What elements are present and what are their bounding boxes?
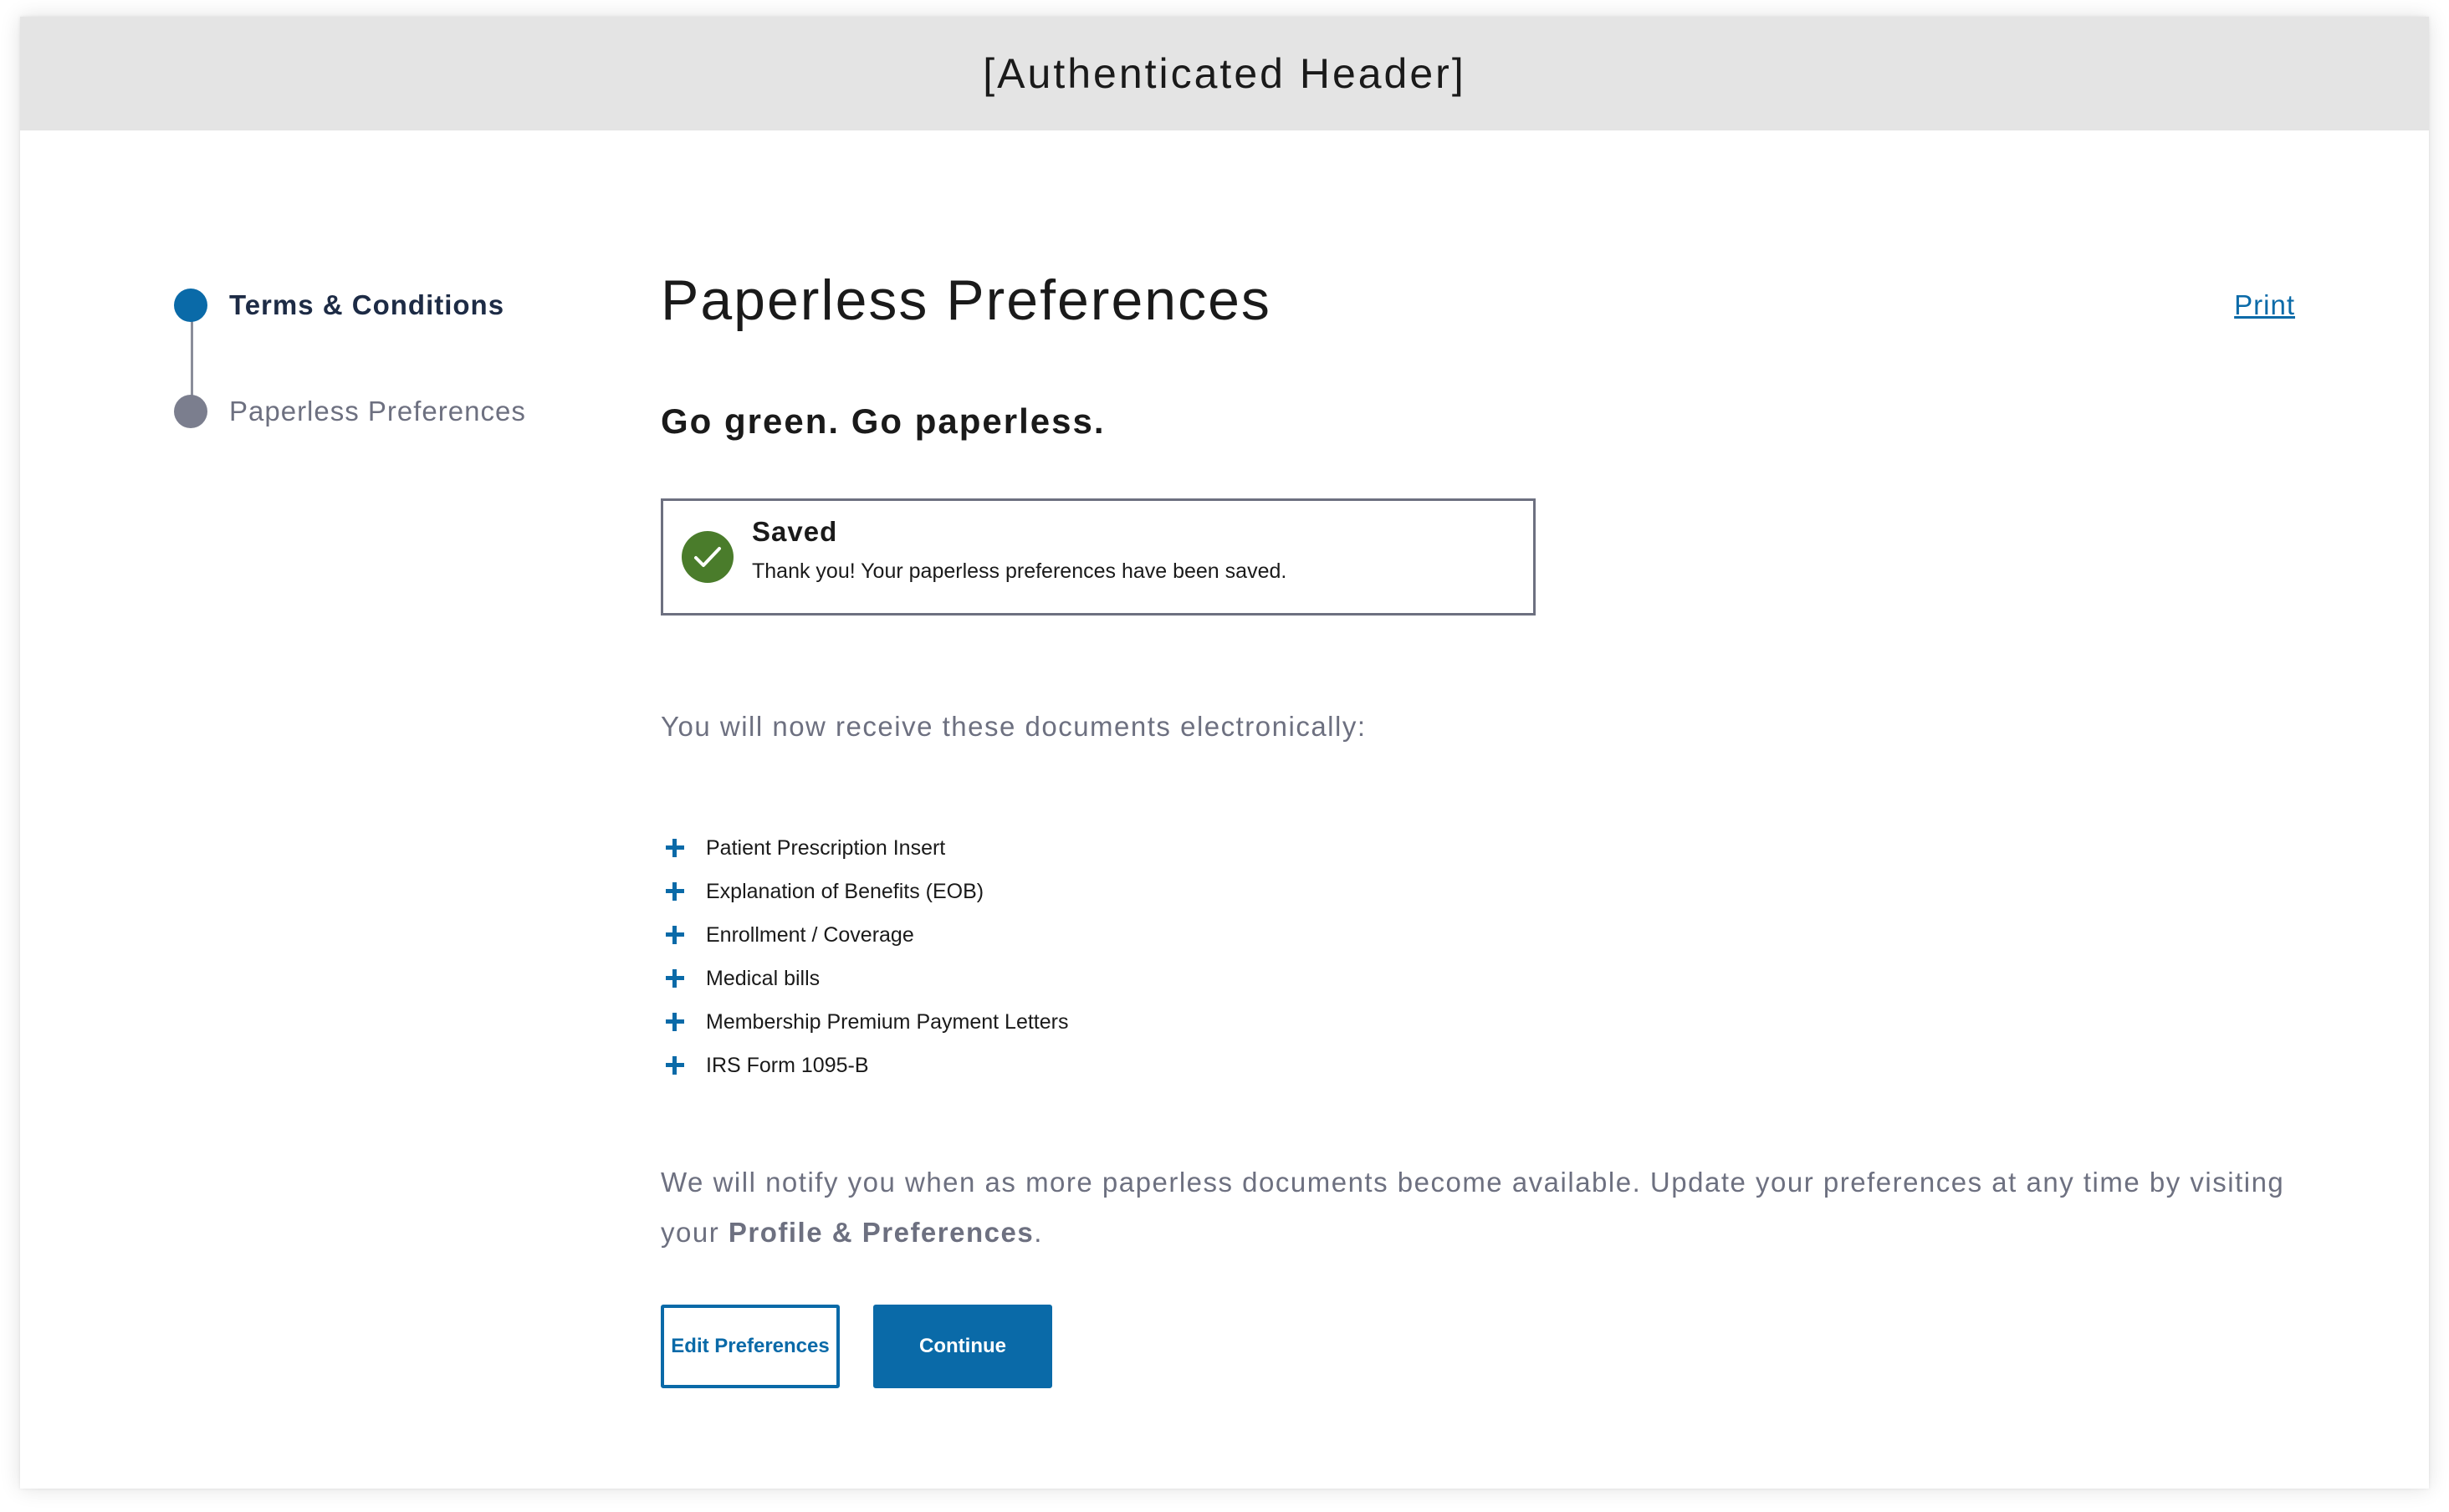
documents-intro-text: You will now receive these documents ele… [661, 711, 1367, 742]
document-name: Membership Premium Payment Letters [706, 1009, 1069, 1034]
profile-preferences-reference: Profile & Preferences [728, 1217, 1035, 1248]
page-subtitle: Go green. Go paperless. [661, 401, 1106, 441]
authenticated-header: [Authenticated Header] [20, 17, 2429, 130]
document-name: IRS Form 1095-B [706, 1053, 869, 1077]
document-name: Patient Prescription Insert [706, 835, 946, 860]
step-active-dot-icon [174, 289, 207, 322]
success-alert: Saved Thank you! Your paperless preferen… [661, 498, 1536, 616]
header-placeholder-text: [Authenticated Header] [983, 50, 1466, 97]
documents-list: Patient Prescription Insert Explanation … [661, 826, 1068, 1087]
list-item: Membership Premium Payment Letters [661, 1000, 1068, 1044]
page-frame: [Authenticated Header] Terms & Condition… [20, 17, 2429, 1489]
list-item: Patient Prescription Insert [661, 826, 1068, 870]
document-name: Medical bills [706, 966, 821, 990]
print-link[interactable]: Print [2234, 289, 2295, 321]
notice-period: . [1034, 1217, 1043, 1248]
plus-icon [664, 837, 686, 859]
list-item: Enrollment / Coverage [661, 913, 1068, 957]
stepper-step-terms[interactable]: Terms & Conditions [174, 289, 504, 322]
stepper-step-paperless[interactable]: Paperless Preferences [174, 395, 526, 428]
document-name: Explanation of Benefits (EOB) [706, 879, 984, 903]
alert-title: Saved [752, 516, 838, 547]
list-item: Medical bills [661, 957, 1068, 1000]
edit-preferences-button[interactable]: Edit Preferences [661, 1305, 840, 1388]
notification-notice: We will notify you when as more paperles… [661, 1157, 2325, 1258]
alert-message: Thank you! Your paperless preferences ha… [752, 559, 1287, 583]
plus-icon [664, 1055, 686, 1076]
list-item: Explanation of Benefits (EOB) [661, 870, 1068, 913]
step-label: Paperless Preferences [229, 396, 526, 427]
step-inactive-dot-icon [174, 395, 207, 428]
page-title: Paperless Preferences [661, 268, 1271, 332]
plus-icon [664, 968, 686, 989]
continue-button[interactable]: Continue [873, 1305, 1052, 1388]
step-label: Terms & Conditions [229, 289, 505, 320]
list-item: IRS Form 1095-B [661, 1044, 1068, 1087]
document-name: Enrollment / Coverage [706, 922, 914, 947]
plus-icon [664, 924, 686, 946]
plus-icon [664, 881, 686, 902]
check-circle-icon [682, 531, 734, 583]
plus-icon [664, 1011, 686, 1033]
